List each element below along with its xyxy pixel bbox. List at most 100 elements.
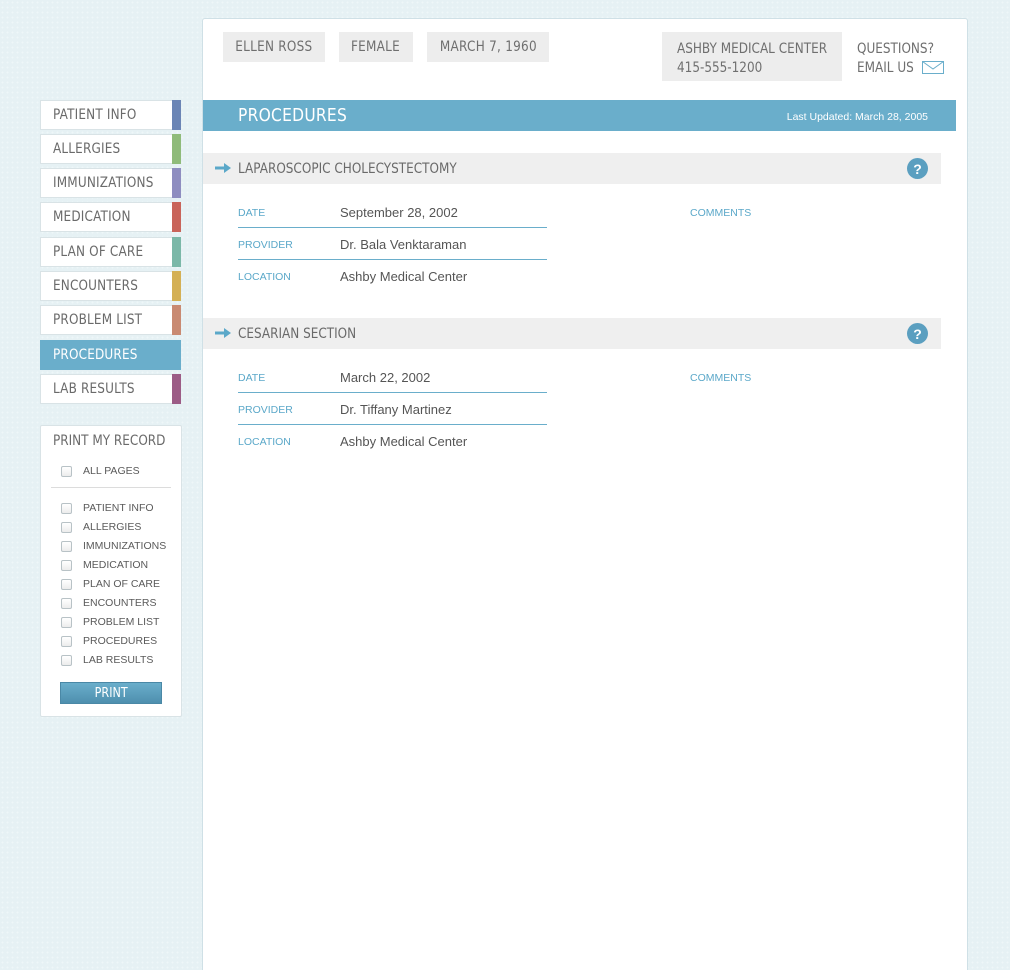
sidebar-item-procedures[interactable]: PROCEDURES [40, 340, 181, 370]
print-record-panel: PRINT MY RECORD ALL PAGES PATIENT INFO A… [40, 425, 182, 717]
sidebar-item-immunizations[interactable]: IMMUNIZATIONS [40, 168, 181, 198]
sidebar-item-patient-info[interactable]: PATIENT INFO [40, 100, 181, 130]
checkbox-box[interactable] [61, 521, 72, 533]
procedure-name: CESARIAN SECTION [238, 326, 357, 342]
checkbox-box[interactable] [61, 597, 72, 609]
color-tab [172, 168, 181, 198]
sidebar-item-label: MEDICATION [53, 209, 131, 225]
print-option-checkbox[interactable]: ENCOUNTERS [61, 596, 157, 610]
location-value: Ashby Medical Center [340, 269, 468, 284]
print-button[interactable]: PRINT [60, 682, 162, 704]
sidebar-item-allergies[interactable]: ALLERGIES [40, 134, 181, 164]
field-divider [238, 424, 547, 425]
print-title: PRINT MY RECORD [53, 433, 166, 449]
provider-value: Dr. Bala Venktaraman [340, 237, 467, 252]
patient-dob: MARCH 7, 1960 [439, 39, 537, 55]
print-option-checkbox[interactable]: PROBLEM LIST [61, 615, 159, 629]
sidebar-item-problem-list[interactable]: PROBLEM LIST [40, 305, 181, 335]
comments-label: COMMENTS [690, 207, 752, 219]
checkbox-label: IMMUNIZATIONS [83, 540, 167, 552]
provider-center-name: ASHBY MEDICAL CENTER [677, 41, 828, 57]
checkbox-label: LAB RESULTS [83, 654, 154, 666]
color-tab [172, 100, 181, 130]
page-header: PROCEDURES Last Updated: March 28, 2005 [203, 100, 956, 131]
date-label: DATE [238, 372, 266, 384]
checkbox-box[interactable] [61, 635, 72, 647]
arrow-right-icon [215, 328, 231, 338]
color-tab [172, 237, 181, 267]
color-tab [172, 202, 181, 232]
sidebar-item-label: PATIENT INFO [53, 107, 137, 123]
print-option-checkbox[interactable]: PATIENT INFO [61, 501, 154, 515]
questions-label: QUESTIONS? [857, 41, 934, 57]
provider-contact-chip: ASHBY MEDICAL CENTER 415-555-1200 [662, 32, 842, 81]
sidebar-item-label: ALLERGIES [53, 141, 121, 157]
arrow-right-icon [215, 163, 231, 173]
location-label: LOCATION [238, 436, 291, 448]
sidebar-item-medication[interactable]: MEDICATION [40, 202, 181, 232]
checkbox-box[interactable] [61, 654, 72, 666]
provider-phone: 415-555-1200 [677, 60, 763, 76]
date-label: DATE [238, 207, 266, 219]
color-tab [172, 134, 181, 164]
last-updated: Last Updated: March 28, 2005 [786, 111, 928, 123]
page-title: PROCEDURES [238, 105, 348, 126]
location-value: Ashby Medical Center [340, 434, 468, 449]
mail-icon[interactable] [922, 61, 944, 74]
checkbox-label: ENCOUNTERS [83, 597, 157, 609]
procedure-name: LAPAROSCOPIC CHOLECYSTECTOMY [238, 161, 457, 177]
checkbox-box[interactable] [61, 540, 72, 552]
patient-name: ELLEN ROSS [235, 39, 313, 55]
patient-dob-chip: MARCH 7, 1960 [427, 32, 549, 62]
field-divider [238, 227, 547, 228]
procedure-header[interactable]: CESARIAN SECTION ? [203, 318, 941, 349]
checkbox-label: ALL PAGES [83, 465, 140, 477]
sidebar-item-label: ENCOUNTERS [53, 278, 139, 294]
print-option-checkbox[interactable]: PROCEDURES [61, 634, 157, 648]
sidebar-item-label: PLAN OF CARE [53, 244, 144, 260]
color-tab [172, 271, 181, 301]
location-label: LOCATION [238, 271, 291, 283]
checkbox-label: ALLERGIES [83, 521, 142, 533]
field-divider [238, 392, 547, 393]
procedure-header[interactable]: LAPAROSCOPIC CHOLECYSTECTOMY ? [203, 153, 941, 184]
provider-label: PROVIDER [238, 404, 293, 416]
print-option-checkbox[interactable]: ALLERGIES [61, 520, 141, 534]
divider [51, 487, 171, 488]
checkbox-box[interactable] [61, 578, 72, 590]
provider-label: PROVIDER [238, 239, 293, 251]
color-tab [172, 305, 181, 335]
sidebar-item-encounters[interactable]: ENCOUNTERS [40, 271, 181, 301]
date-value: March 22, 2002 [340, 370, 431, 385]
field-divider [238, 259, 547, 260]
checkbox-label: MEDICATION [83, 559, 149, 571]
all-pages-checkbox[interactable]: ALL PAGES [61, 464, 140, 478]
print-option-checkbox[interactable]: IMMUNIZATIONS [61, 539, 166, 553]
patient-sex-chip: FEMALE [339, 32, 413, 62]
checkbox-label: PLAN OF CARE [83, 578, 161, 590]
sidebar-item-plan-of-care[interactable]: PLAN OF CARE [40, 237, 181, 267]
checkbox-label: PROBLEM LIST [83, 616, 160, 628]
sidebar-item-label: IMMUNIZATIONS [53, 175, 154, 191]
print-option-checkbox[interactable]: LAB RESULTS [61, 653, 153, 667]
patient-name-chip: ELLEN ROSS [223, 32, 325, 62]
help-icon[interactable]: ? [907, 158, 928, 179]
sidebar-item-lab-results[interactable]: LAB RESULTS [40, 374, 181, 404]
print-option-checkbox[interactable]: MEDICATION [61, 558, 148, 572]
checkbox-box[interactable] [61, 502, 72, 514]
checkbox-box[interactable] [61, 559, 72, 571]
date-value: September 28, 2002 [340, 205, 458, 220]
patient-sex: FEMALE [351, 39, 401, 55]
checkbox-box[interactable] [61, 465, 72, 477]
sidebar-item-label: PROCEDURES [53, 347, 138, 363]
sidebar-item-label: LAB RESULTS [53, 381, 135, 397]
checkbox-label: PATIENT INFO [83, 502, 154, 514]
print-option-checkbox[interactable]: PLAN OF CARE [61, 577, 160, 591]
checkbox-box[interactable] [61, 616, 72, 628]
sidebar-item-label: PROBLEM LIST [53, 312, 143, 328]
provider-value: Dr. Tiffany Martinez [340, 402, 452, 417]
print-button-label: PRINT [94, 685, 128, 701]
color-tab [172, 374, 181, 404]
help-icon[interactable]: ? [907, 323, 928, 344]
checkbox-label: PROCEDURES [83, 635, 158, 647]
